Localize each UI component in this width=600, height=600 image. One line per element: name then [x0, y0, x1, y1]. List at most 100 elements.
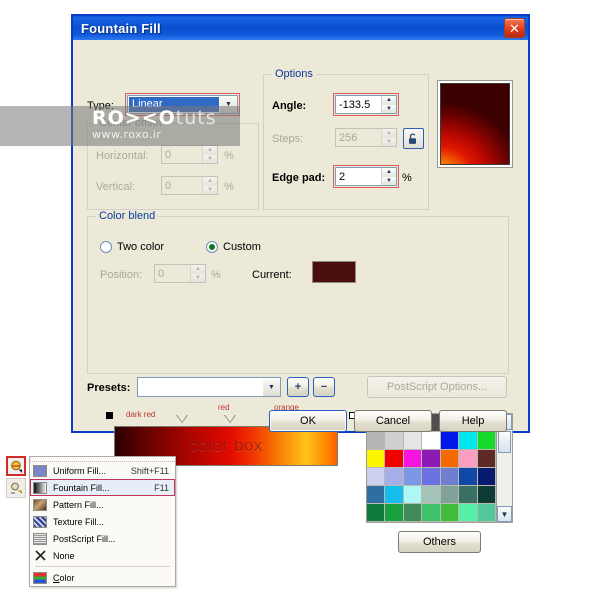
palette-swatch[interactable]: [478, 468, 496, 486]
palette-swatch[interactable]: [385, 450, 403, 468]
center-offset-group: Center offset Horizontal: 0 ▲▼ % Vertica…: [87, 123, 259, 210]
menu-item-label: Uniform Fill...: [53, 466, 131, 476]
radio-circle-icon[interactable]: [100, 241, 112, 253]
blend-marker-handle[interactable]: [176, 415, 188, 423]
menu-item-uniform-fill[interactable]: Uniform Fill...Shift+F11: [30, 462, 175, 479]
vertical-stepper: ▲▼: [202, 177, 217, 194]
menu-item-list[interactable]: Uniform Fill...Shift+F11Fountain Fill...…: [30, 462, 175, 586]
chevron-down-icon[interactable]: ▼: [262, 378, 280, 396]
interactive-fill-tool-icon[interactable]: [6, 478, 26, 498]
options-group: Options Angle: -133.5 ▲▼ Steps: 256 ▲▼ E…: [263, 74, 429, 210]
palette-swatch[interactable]: [385, 504, 403, 522]
chevron-down-icon[interactable]: ▼: [219, 96, 237, 113]
palette-swatch[interactable]: [404, 450, 422, 468]
others-button[interactable]: Others: [398, 531, 481, 553]
fill-tool-icon[interactable]: [6, 456, 26, 476]
scroll-down-icon[interactable]: ▼: [497, 506, 512, 522]
palette-swatch[interactable]: [422, 432, 440, 450]
dialog-titlebar[interactable]: Fountain Fill ✕: [73, 16, 528, 40]
menu-item-shortcut: Shift+F11: [131, 466, 175, 476]
palette-swatch[interactable]: [385, 468, 403, 486]
palette-swatch[interactable]: [404, 468, 422, 486]
menu-item-texture-fill[interactable]: Texture Fill...: [30, 513, 175, 530]
edge-pad-input[interactable]: 2 ▲▼: [335, 167, 397, 186]
menu-separator: [35, 566, 170, 567]
palette-swatch[interactable]: [367, 504, 385, 522]
custom-radio[interactable]: Custom: [206, 241, 261, 253]
menu-item-postscript-fill[interactable]: PostScript Fill...: [30, 530, 175, 547]
palette-swatch[interactable]: [459, 504, 477, 522]
palette-swatch[interactable]: [441, 432, 459, 450]
radio-selected-icon[interactable]: [206, 241, 218, 253]
horizontal-stepper: ▲▼: [202, 146, 217, 163]
ok-button[interactable]: OK: [269, 410, 347, 432]
presets-select[interactable]: ▼: [137, 377, 281, 397]
options-caption: Options: [272, 68, 316, 80]
position-value: 0: [158, 268, 190, 280]
texture-fill-swatch: [33, 516, 47, 528]
palette-swatch[interactable]: [367, 450, 385, 468]
palette-swatch[interactable]: [422, 468, 440, 486]
vertical-unit: %: [224, 181, 234, 193]
palette-swatch[interactable]: [385, 432, 403, 450]
palette-swatch[interactable]: [459, 432, 477, 450]
palette-swatch[interactable]: [422, 486, 440, 504]
angle-value: -133.5: [339, 99, 381, 111]
add-preset-button[interactable]: +: [287, 377, 309, 397]
menu-item-pattern-fill[interactable]: Pattern Fill...: [30, 496, 175, 513]
menu-item-label: Texture Fill...: [53, 517, 169, 527]
palette-swatch[interactable]: [422, 504, 440, 522]
color-blend-group: Color blend Two color Custom Position: 0…: [87, 216, 509, 374]
toolbox-flyout-anchor: [6, 456, 28, 500]
close-icon[interactable]: ✕: [504, 18, 525, 38]
palette-swatch[interactable]: [459, 450, 477, 468]
position-unit: %: [211, 269, 221, 281]
angle-input[interactable]: -133.5 ▲▼: [335, 95, 397, 114]
menu-item-shortcut: F11: [154, 483, 175, 493]
padlock-open-icon[interactable]: [403, 128, 424, 149]
palette-swatch[interactable]: [441, 504, 459, 522]
edge-pad-stepper[interactable]: ▲▼: [381, 168, 396, 185]
current-label: Current:: [252, 269, 292, 281]
none-x-icon: [33, 550, 47, 562]
two-color-radio[interactable]: Two color: [100, 241, 164, 253]
palette-swatch[interactable]: [367, 486, 385, 504]
ribbon-start-marker[interactable]: [106, 412, 113, 419]
blend-marker-handle[interactable]: [224, 415, 236, 423]
palette-swatch[interactable]: [422, 450, 440, 468]
help-button[interactable]: Help: [439, 410, 507, 432]
palette-swatch[interactable]: [404, 432, 422, 450]
uniform-fill-swatch: [33, 465, 47, 477]
current-color-swatch[interactable]: [312, 261, 356, 283]
palette-swatch[interactable]: [367, 432, 385, 450]
cancel-button[interactable]: Cancel: [354, 410, 432, 432]
center-offset-caption: Center offset: [96, 117, 165, 129]
palette-swatch[interactable]: [459, 486, 477, 504]
menu-item-fountain-fill[interactable]: Fountain Fill...F11: [30, 479, 175, 496]
scrollbar-thumb[interactable]: [498, 431, 511, 453]
palette-swatch[interactable]: [441, 468, 459, 486]
palette-swatch[interactable]: [404, 486, 422, 504]
palette-swatch[interactable]: [441, 450, 459, 468]
steps-value: 256: [339, 132, 381, 144]
angle-stepper[interactable]: ▲▼: [381, 96, 396, 113]
palette-swatch[interactable]: [385, 486, 403, 504]
palette-swatch[interactable]: [441, 486, 459, 504]
palette-swatch[interactable]: [404, 504, 422, 522]
horizontal-input: 0 ▲▼: [161, 145, 218, 164]
position-label: Position:: [100, 269, 142, 281]
palette-swatch[interactable]: [367, 468, 385, 486]
palette-swatch[interactable]: [459, 468, 477, 486]
palette-swatch[interactable]: [478, 486, 496, 504]
type-select[interactable]: Linear ▼: [127, 95, 238, 114]
palette-swatch[interactable]: [478, 504, 496, 522]
palette-swatch[interactable]: [478, 450, 496, 468]
gradient-preview: [437, 80, 513, 168]
menu-item-color[interactable]: Color: [30, 569, 175, 586]
palette-swatch[interactable]: [478, 432, 496, 450]
angle-label: Angle:: [272, 100, 306, 112]
menu-item-none[interactable]: None: [30, 547, 175, 564]
remove-preset-button[interactable]: −: [313, 377, 335, 397]
vertical-label: Vertical:: [96, 181, 135, 193]
fill-flyout-menu[interactable]: Uniform Fill...Shift+F11Fountain Fill...…: [29, 456, 176, 587]
